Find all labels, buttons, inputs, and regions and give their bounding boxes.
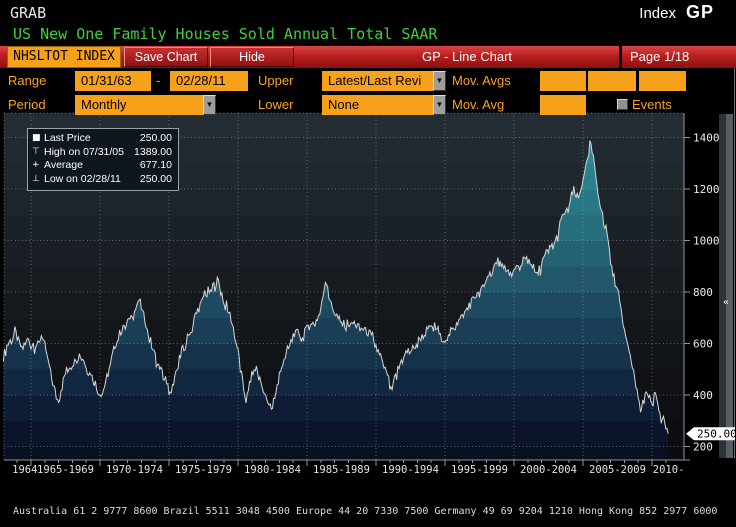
legend-label: Last Price [44, 132, 91, 144]
mov-avgs-label: Mov. Avgs [452, 73, 511, 88]
high-marker-icon: ⊤ [32, 146, 40, 157]
average-marker-icon: + [32, 160, 40, 170]
lower-label: Lower [258, 97, 294, 112]
low-marker-icon: ⊥ [32, 173, 40, 184]
mov-avg-input-4[interactable] [540, 95, 586, 115]
svg-text:2000-2004: 2000-2004 [520, 464, 577, 476]
chart-legend: ■ Last Price 250.00 ⊤ High on 07/31/05 1… [27, 128, 179, 191]
footer-contact-line-1: Australia 61 2 9777 8600 Brazil 5511 304… [13, 506, 718, 517]
range-separator: - [156, 73, 161, 88]
last-price-marker-icon: ■ [32, 133, 41, 143]
svg-text:600: 600 [693, 338, 713, 351]
svg-text:1990-1994: 1990-1994 [382, 464, 439, 476]
terminal-footer: Australia 61 2 9777 8600 Brazil 5511 304… [13, 479, 719, 527]
svg-text:1995-1999: 1995-1999 [451, 464, 508, 476]
mov-avg-input-2[interactable] [588, 71, 636, 91]
svg-text:1000: 1000 [693, 235, 720, 248]
lower-dropdown-arrow-icon[interactable]: ▼ [433, 95, 446, 115]
legend-high-row: ⊤ High on 07/31/05 1389.00 [32, 146, 172, 160]
period-select[interactable]: Monthly [75, 95, 203, 115]
legend-average-row: + Average 677.10 [32, 159, 172, 173]
legend-low-row: ⊥ Low on 02/28/11 250.00 [32, 173, 172, 187]
page-indicator: Page 1/18 [630, 49, 690, 64]
svg-text:1980-1984: 1980-1984 [244, 464, 301, 476]
function-code: GP [685, 2, 714, 22]
range-end-input[interactable]: 02/28/11 [170, 71, 248, 91]
chart-scrollbar-thumb[interactable] [726, 114, 733, 458]
bloomberg-terminal-screen: « 200 400 600 800 1000 1200 1400 1964 1965-1969 1… [0, 0, 736, 527]
grab-label: GRAB [10, 4, 47, 22]
period-dropdown-arrow-icon[interactable]: ▼ [203, 95, 216, 115]
mov-avg-input-1[interactable] [540, 71, 586, 91]
mov-avg-input-3[interactable] [639, 71, 686, 91]
events-label: Events [632, 97, 672, 112]
header: GRAB Index GP [10, 2, 714, 22]
svg-text:1200: 1200 [693, 183, 720, 196]
legend-value: 1389.00 [134, 145, 172, 158]
legend-value: 250.00 [139, 132, 172, 144]
save-chart-button[interactable]: Save Chart [124, 47, 208, 67]
svg-text:400: 400 [693, 389, 713, 402]
chart-type-title: GP - Line Chart [421, 49, 513, 64]
upper-label: Upper [258, 73, 294, 88]
legend-label: High on 07/31/05 [44, 145, 124, 158]
range-start-input[interactable]: 01/31/63 [75, 71, 151, 91]
svg-text:2010-: 2010- [653, 464, 685, 476]
legend-value: 250.00 [139, 172, 172, 185]
hide-button[interactable]: Hide [210, 47, 294, 67]
function-indicator: Index GP [639, 2, 714, 23]
collapse-panel-icon[interactable]: « [718, 297, 734, 308]
svg-text:1975-1979: 1975-1979 [175, 464, 232, 476]
index-label: Index [639, 5, 676, 22]
legend-last-price-row: ■ Last Price 250.00 [32, 132, 172, 146]
range-label: Range [8, 73, 47, 88]
mov-avg-label: Mov. Avg [452, 97, 505, 112]
svg-text:1964: 1964 [12, 464, 37, 476]
svg-text:1965-1969: 1965-1969 [37, 464, 94, 476]
upper-dropdown-arrow-icon[interactable]: ▼ [433, 71, 446, 91]
security-tab[interactable]: NHSLTOT INDEX [7, 46, 121, 68]
upper-select[interactable]: Latest/Last Revi [322, 71, 433, 91]
security-description: US New One Family Houses Sold Annual Tot… [13, 25, 438, 43]
svg-text:1970-1974: 1970-1974 [106, 464, 163, 476]
events-checkbox[interactable] [617, 99, 628, 110]
svg-text:1400: 1400 [693, 132, 720, 145]
svg-text:200: 200 [693, 441, 713, 454]
lower-select[interactable]: None [322, 95, 433, 115]
legend-value: 677.10 [139, 159, 172, 171]
toolbar-separator [619, 46, 622, 68]
svg-text:1985-1989: 1985-1989 [313, 464, 370, 476]
svg-text:800: 800 [693, 286, 713, 299]
chart-toolbar: NHSLTOT INDEX Save Chart Hide GP - Line … [0, 46, 736, 68]
legend-label: Low on 02/28/11 [44, 172, 121, 185]
period-label: Period [8, 97, 46, 112]
legend-label: Average [44, 159, 83, 171]
panel-right-edge [734, 46, 735, 458]
svg-text:2005-2009: 2005-2009 [589, 464, 646, 476]
